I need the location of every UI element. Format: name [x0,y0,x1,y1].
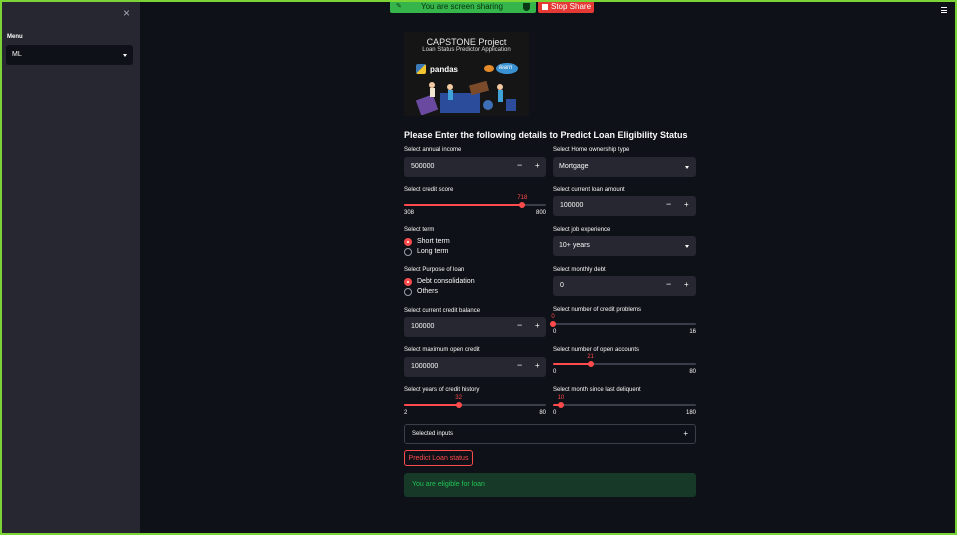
max-credit-value: 1000000 [411,363,439,370]
monthly-debt-value: 0 [560,282,564,289]
max-credit-decrement-button[interactable]: − [517,360,522,370]
credit-problems-max: 16 [689,329,696,335]
chevron-down-icon [685,245,689,248]
loan-amount-value: 100000 [560,202,584,209]
income-label: Select annual income [404,147,462,153]
radio-unselected-icon [404,288,412,296]
home-value: Mortgage [559,163,589,170]
credit-problems-thumb[interactable] [550,321,556,327]
expand-plus-icon: + [683,429,688,438]
radio-selected-icon [404,278,412,286]
home-select[interactable]: Mortgage [553,157,696,177]
open-accounts-max: 80 [689,369,696,375]
screen-share-bar: ✎ You are screen sharing [390,2,536,13]
delinquent-max: 180 [685,410,696,416]
stop-icon [542,4,548,10]
history-max: 80 [539,410,546,416]
balance-decrement-button[interactable]: − [517,320,522,330]
credit-problems-min: 0 [553,329,557,335]
max-credit-increment-button[interactable]: + [535,361,540,370]
history-value: 32 [455,395,462,401]
monthly-debt-input[interactable]: 0 − + [553,276,696,296]
learn-logo: learn [496,63,518,74]
result-success-alert: You are eligible for loan [404,473,696,497]
job-select[interactable]: 10+ years [553,236,696,256]
chevron-down-icon [123,54,127,57]
purpose-label: Select Purpose of loan [404,267,465,273]
delinquent-thumb[interactable] [557,402,564,408]
credit-score-max: 800 [535,210,546,216]
chevron-down-icon [685,166,689,169]
menu-label: Menu [7,34,23,40]
purpose-option-label: Debt consolidation [417,278,475,285]
stop-share-label: Stop Share [551,2,592,11]
balance-input[interactable]: 100000 − + [404,317,546,337]
predict-button-label: Predict Loan status [408,455,469,462]
job-label: Select job experience [553,227,611,233]
radio-selected-icon [404,238,412,246]
open-accounts-thumb[interactable] [587,361,594,367]
credit-problems-value: 0 [551,314,555,320]
share-icon: ✎ [396,3,402,10]
banner-illustration [415,80,516,115]
income-increment-button[interactable]: + [535,161,540,170]
sidebar: × Menu ML [2,2,140,533]
max-credit-label: Select maximum open credit [404,347,480,353]
loan-amount-input[interactable]: 100000 − + [553,196,696,216]
monthly-debt-label: Select monthly debt [553,267,606,273]
expander-label: Selected inputs [412,431,454,437]
monthly-debt-decrement-button[interactable]: − [666,279,671,289]
sklearn-logo-icon [484,65,494,72]
history-thumb[interactable] [455,402,462,408]
job-value: 10+ years [559,242,590,249]
open-accounts-value: 21 [587,354,594,360]
credit-score-value: 718 [517,195,528,201]
credit-problems-slider[interactable]: 0 0 16 [550,309,696,335]
history-slider[interactable]: 32 2 80 [404,390,546,416]
menu-select-value: ML [12,51,22,58]
credit-score-thumb[interactable] [519,202,526,208]
selected-inputs-expander[interactable]: Selected inputs + [404,424,696,444]
income-value: 500000 [411,163,435,170]
open-accounts-slider[interactable]: 21 0 80 [553,349,696,375]
purpose-option-label: Others [417,288,439,295]
balance-label: Select current credit balance [404,308,481,314]
loan-amount-increment-button[interactable]: + [684,200,689,209]
delinquent-slider[interactable]: 10 0 180 [553,390,696,416]
delinquent-value: 10 [557,395,565,401]
radio-unselected-icon [404,248,412,256]
library-logos: pandas learn [416,63,520,77]
menu-select[interactable]: ML [6,45,133,65]
open-accounts-min: 0 [553,369,557,375]
loan-amount-decrement-button[interactable]: − [666,199,671,209]
credit-score-slider[interactable]: 718 308 800 [404,190,546,216]
history-min: 2 [404,410,408,416]
banner-title: CAPSTONE Project [426,37,507,47]
monthly-debt-increment-button[interactable]: + [684,280,689,289]
balance-value: 100000 [411,323,435,330]
term-option-label: Short term [417,238,450,245]
loan-amount-label: Select current loan amount [553,187,625,193]
screen-share-text: You are screen sharing [421,2,503,11]
result-text: You are eligible for loan [412,481,485,488]
home-label: Select Home ownership type [553,147,630,153]
term-label: Select term [404,227,435,233]
form-heading: Please Enter the following details to Pr… [404,130,688,140]
balance-increment-button[interactable]: + [535,321,540,330]
income-decrement-button[interactable]: − [517,160,522,170]
banner-image: CAPSTONE Project Loan Status Predictor A… [404,32,529,116]
term-option-label: Long term [417,248,449,255]
predict-loan-status-button[interactable]: Predict Loan status [404,450,473,466]
stop-share-button[interactable]: Stop Share [538,2,594,13]
hamburger-menu-icon[interactable] [941,7,947,15]
shield-icon [523,3,530,11]
python-logo-icon [416,64,426,74]
close-sidebar-icon[interactable]: × [123,6,130,20]
income-input[interactable]: 500000 − + [404,157,546,177]
banner-subtitle: Loan Status Predictor Application [422,47,511,53]
max-credit-input[interactable]: 1000000 − + [404,357,546,377]
delinquent-min: 0 [553,410,557,416]
pandas-logo: pandas [430,65,459,74]
credit-score-min: 308 [404,210,415,216]
